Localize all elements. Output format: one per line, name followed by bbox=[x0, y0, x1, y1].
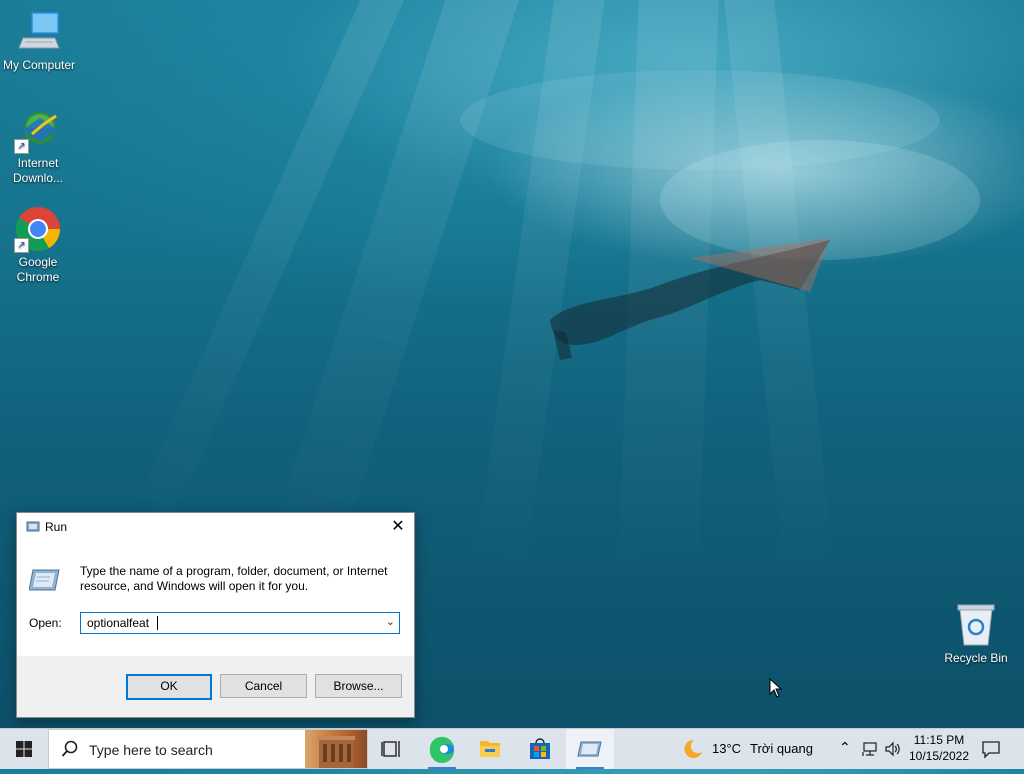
run-program-icon bbox=[29, 569, 60, 591]
desktop-icon-label: My Computer bbox=[2, 58, 76, 72]
open-label: Open: bbox=[29, 616, 62, 630]
taskbar-search[interactable]: Type here to search bbox=[48, 729, 368, 769]
internet-download-manager-icon: ↗ bbox=[14, 106, 62, 154]
run-description: Type the name of a program, folder, docu… bbox=[80, 564, 388, 593]
open-input[interactable]: optionalfeat bbox=[87, 616, 149, 630]
desktop-icon-google-chrome[interactable]: ↗ Google Chrome bbox=[0, 205, 76, 285]
run-dialog-footer: OK Cancel Browse... bbox=[17, 656, 414, 717]
text-caret bbox=[157, 616, 158, 630]
notification-center-icon[interactable] bbox=[980, 739, 1002, 759]
mouse-cursor-icon bbox=[769, 678, 783, 698]
file-explorer-button[interactable] bbox=[466, 729, 514, 769]
clock-date: 10/15/2022 bbox=[908, 749, 970, 763]
chrome-icon: ↗ bbox=[14, 205, 62, 253]
moon-icon[interactable] bbox=[680, 738, 704, 760]
desktop-icon-internet-download-manager[interactable]: ↗ Internet Downlo... bbox=[0, 106, 76, 186]
run-dialog-titlebar[interactable]: Run ✕ bbox=[17, 513, 414, 542]
recycle-bin-icon bbox=[952, 601, 1000, 649]
run-dialog: Run ✕ Type the name of a program, folder… bbox=[16, 512, 415, 718]
open-combobox[interactable]: optionalfeat ⌄ bbox=[80, 612, 400, 634]
clock-time: 11:15 PM bbox=[913, 733, 965, 747]
search-highlight-image[interactable] bbox=[305, 730, 367, 768]
ok-button[interactable]: OK bbox=[126, 674, 212, 700]
microsoft-store-icon bbox=[530, 738, 550, 759]
task-view-button[interactable] bbox=[368, 729, 416, 769]
network-icon[interactable] bbox=[862, 740, 880, 758]
computer-icon bbox=[15, 8, 63, 56]
cancel-button[interactable]: Cancel bbox=[220, 674, 307, 698]
run-dialog-title: Run bbox=[45, 520, 68, 534]
taskbar: Type here to search 13°C Trời quang ⌃ 11… bbox=[0, 728, 1024, 769]
search-placeholder: Type here to search bbox=[89, 742, 213, 758]
edge-icon bbox=[429, 736, 454, 763]
microsoft-store-button[interactable] bbox=[516, 729, 564, 769]
start-button[interactable] bbox=[0, 729, 48, 769]
show-hidden-icons-chevron-up-icon[interactable]: ⌃ bbox=[839, 739, 851, 756]
desktop-icon-label: Internet Downlo... bbox=[12, 156, 64, 185]
close-button[interactable]: ✕ bbox=[382, 513, 414, 542]
search-icon bbox=[61, 740, 78, 757]
close-icon: ✕ bbox=[391, 518, 405, 535]
desktop-icon-my-computer[interactable]: My Computer bbox=[1, 8, 77, 73]
desktop-icon-label: Recycle Bin bbox=[944, 651, 1008, 665]
weather-temperature[interactable]: 13°C bbox=[712, 741, 741, 756]
edge-button[interactable] bbox=[418, 729, 466, 769]
shortcut-arrow-icon: ↗ bbox=[14, 238, 29, 253]
desktop-icon-label: Google Chrome bbox=[16, 255, 60, 284]
file-explorer-icon bbox=[480, 741, 500, 757]
weather-condition[interactable]: Trời quang bbox=[750, 741, 813, 756]
clock[interactable]: 11:15 PM 10/15/2022 bbox=[904, 732, 974, 764]
run-taskbar-button[interactable] bbox=[566, 729, 614, 769]
volume-icon[interactable] bbox=[884, 740, 902, 758]
desktop-icon-recycle-bin[interactable]: Recycle Bin bbox=[938, 601, 1014, 666]
browse-button[interactable]: Browse... bbox=[315, 674, 402, 698]
shortcut-arrow-icon: ↗ bbox=[14, 139, 29, 154]
chevron-down-icon[interactable]: ⌄ bbox=[386, 615, 395, 628]
task-view-icon bbox=[381, 741, 400, 757]
windows-logo-icon bbox=[16, 741, 32, 757]
run-icon bbox=[26, 521, 40, 532]
run-icon bbox=[577, 741, 602, 757]
